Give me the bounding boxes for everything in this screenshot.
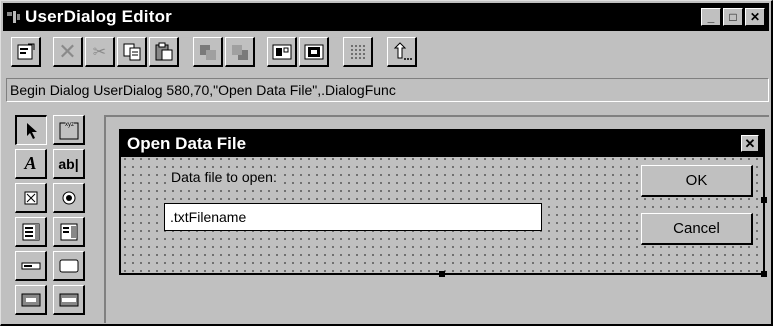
cut-icon: ✂ [92, 43, 107, 61]
copy-icon [123, 43, 140, 60]
move-back-button[interactable] [193, 37, 223, 67]
picture-icon [59, 259, 78, 272]
ok-button-tool[interactable] [15, 285, 47, 315]
dialog-title-bar[interactable]: Open Data File ✕ [121, 131, 763, 157]
maximize-icon: □ [729, 10, 737, 24]
close-button[interactable]: ✕ [745, 8, 765, 26]
check-box-tool[interactable] [15, 183, 47, 213]
paste-button[interactable] [149, 37, 179, 67]
app-icon [7, 11, 20, 23]
window-title: UserDialog Editor [25, 7, 172, 26]
move-forward-icon [231, 44, 248, 60]
drop-list-box-tool[interactable] [53, 217, 85, 247]
option-button-tool[interactable] [53, 183, 85, 213]
title-bar[interactable]: UserDialog Editor _ □ ✕ [3, 3, 769, 31]
design-canvas[interactable]: Open Data File ✕ Data file to open: .txt… [104, 115, 769, 323]
exit-icon [393, 41, 412, 60]
cut-button[interactable]: ✂ [85, 37, 115, 67]
pointer-icon [26, 122, 37, 139]
group-box-icon: xyz [59, 122, 78, 139]
combo-box-icon [21, 262, 40, 269]
properties-icon [17, 43, 34, 59]
control-palette: xyz A ab| [15, 115, 93, 325]
group-box-tool[interactable]: xyz [53, 115, 85, 145]
cancel-button-tool[interactable] [53, 285, 85, 315]
test-dialog-icon [272, 44, 291, 59]
cancel-button[interactable]: Cancel [641, 213, 753, 245]
close-icon: ✕ [744, 136, 756, 151]
cancel-button-icon [59, 293, 78, 306]
close-icon: ✕ [749, 10, 761, 24]
ok-button-icon [21, 293, 40, 306]
picture-tool[interactable] [53, 251, 85, 281]
resize-handle-corner[interactable] [761, 271, 767, 277]
combo-box-tool[interactable] [15, 251, 47, 281]
group-box-glyph: xyz [65, 122, 74, 128]
delete-icon: ✕ [58, 38, 77, 64]
paste-icon [155, 42, 172, 60]
test-dialog-button[interactable] [267, 37, 297, 67]
maximize-button[interactable]: □ [723, 8, 743, 26]
ok-button[interactable]: OK [641, 165, 753, 197]
dialog-close-button[interactable]: ✕ [741, 135, 759, 152]
dialog-title: Open Data File [127, 134, 247, 153]
toolbar: ✕ ✂ [9, 37, 769, 71]
grid-icon [350, 44, 365, 59]
option-button-icon [62, 191, 75, 204]
filename-textbox[interactable]: .txtFilename [164, 203, 542, 231]
resize-handle-right[interactable] [761, 197, 767, 203]
text-box-tool[interactable]: ab| [53, 149, 85, 179]
text-tool-glyph: A [24, 153, 37, 173]
text-box-tool-glyph: ab| [58, 155, 79, 172]
exit-button[interactable] [387, 37, 417, 67]
minimize-icon: _ [707, 10, 715, 24]
delete-button[interactable]: ✕ [53, 37, 83, 67]
dialog-statement-line[interactable]: Begin Dialog UserDialog 580,70,"Open Dat… [6, 78, 769, 102]
minimize-button[interactable]: _ [701, 8, 721, 26]
dialog-info-button[interactable] [11, 37, 41, 67]
align-button[interactable] [299, 37, 329, 67]
resize-handle-bottom[interactable] [439, 271, 445, 277]
drop-list-box-icon [60, 223, 77, 240]
text-tool[interactable]: A [15, 149, 47, 179]
align-icon [304, 44, 323, 59]
data-file-label[interactable]: Data file to open: [169, 169, 279, 185]
copy-button[interactable] [117, 37, 147, 67]
move-forward-button[interactable] [225, 37, 255, 67]
userdialog-editor-window: UserDialog Editor _ □ ✕ ✕ ✂ Begin Dialog… [0, 0, 773, 326]
grid-button[interactable] [343, 37, 373, 67]
user-dialog[interactable]: Open Data File ✕ Data file to open: .txt… [119, 129, 767, 277]
list-box-icon [22, 223, 39, 240]
pointer-tool[interactable] [15, 115, 47, 145]
check-box-icon [24, 191, 37, 204]
move-back-icon [199, 44, 216, 60]
list-box-tool[interactable] [15, 217, 47, 247]
